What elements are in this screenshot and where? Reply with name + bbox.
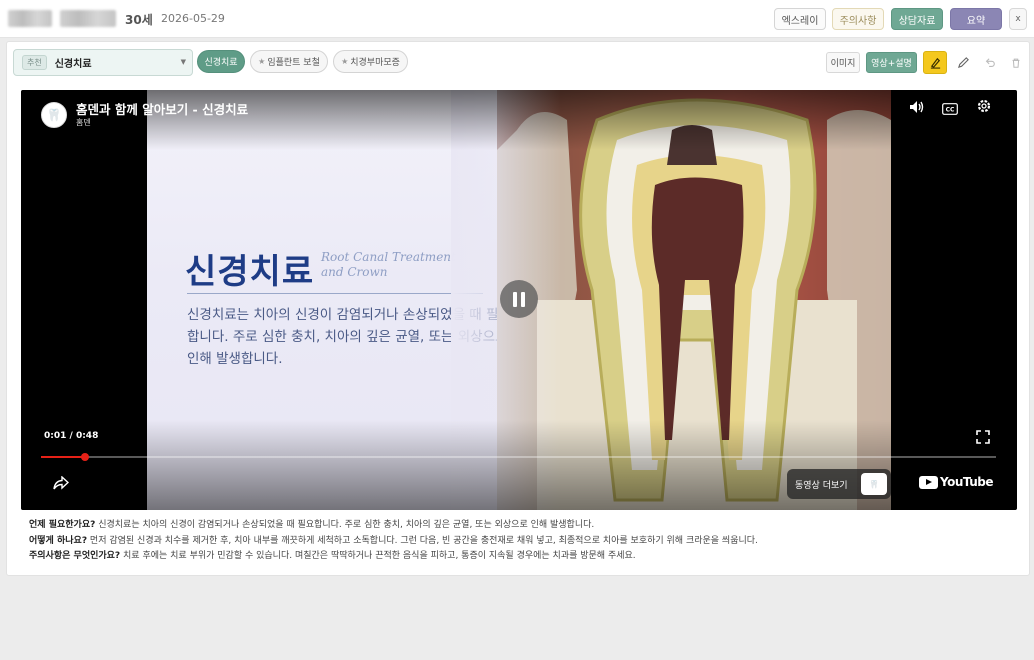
channel-thumbnail-icon: 🦷 bbox=[861, 473, 887, 495]
progress-bar[interactable] bbox=[41, 453, 996, 461]
captions-icon[interactable]: CC bbox=[942, 100, 958, 119]
recommended-badge: 추천 bbox=[22, 55, 47, 70]
settings-gear-icon[interactable] bbox=[976, 98, 992, 118]
trash-icon bbox=[1012, 58, 1020, 68]
treatment-description: 언제 필요한가요? 신경치료는 치아의 신경이 감염되거나 손상되었을 때 필요… bbox=[29, 518, 1019, 565]
highlighter-button[interactable] bbox=[923, 51, 947, 74]
chevron-down-icon: ▼ bbox=[180, 58, 186, 66]
caution-button[interactable]: 주의사항 bbox=[832, 8, 884, 30]
youtube-play-icon bbox=[919, 475, 938, 489]
treatment-select-value: 신경치료 bbox=[54, 59, 92, 70]
delete-button[interactable] bbox=[1004, 51, 1028, 74]
star-icon: ★ bbox=[258, 57, 266, 66]
progress-bar-handle[interactable] bbox=[80, 453, 89, 461]
visit-date: 2026-05-29 bbox=[161, 12, 225, 25]
image-mode-button[interactable]: 이미지 bbox=[826, 52, 860, 73]
desc-how-answer: 먼저 감염된 신경과 치수를 제거한 후, 치아 내부를 깨끗하게 세척하고 소… bbox=[89, 535, 758, 546]
more-videos-button[interactable]: 동영상 더보기 🦷 bbox=[787, 469, 891, 499]
undo-icon bbox=[985, 57, 995, 67]
pause-icon-bar-right bbox=[521, 291, 525, 307]
pen-button[interactable] bbox=[951, 51, 975, 74]
chip-cervical-label: 치경부마모증 bbox=[350, 58, 400, 68]
highlighter-icon bbox=[930, 57, 940, 69]
consult-material-button[interactable]: 상담자료 bbox=[891, 8, 943, 30]
chip-cervical-abrasion[interactable]: ★ 치경부마모증 bbox=[333, 50, 408, 73]
desc-when: 언제 필요한가요? 신경치료는 치아의 신경이 감염되거나 손상되었을 때 필요… bbox=[29, 518, 1019, 534]
desc-when-question: 언제 필요한가요? bbox=[29, 520, 96, 530]
volume-icon[interactable] bbox=[909, 99, 925, 118]
patient-name-blurred bbox=[8, 10, 52, 27]
video-title[interactable]: 홈덴과 함께 알아보기 - 신경치료 bbox=[76, 99, 248, 118]
fullscreen-icon[interactable] bbox=[976, 429, 990, 448]
xray-button[interactable]: 엑스레이 bbox=[774, 8, 826, 30]
desc-caution: 주의사항은 무엇인가요? 치료 후에는 치료 부위가 민감할 수 있습니다. 며… bbox=[29, 549, 1019, 565]
treatment-select[interactable]: 추천 신경치료 ▼ bbox=[13, 49, 193, 76]
desc-caution-question: 주의사항은 무엇인가요? bbox=[29, 551, 121, 561]
more-videos-label: 동영상 더보기 bbox=[795, 480, 848, 491]
desc-when-answer: 신경치료는 치아의 신경이 감염되거나 손상되었을 때 필요합니다. 주로 심한… bbox=[98, 520, 595, 530]
desc-how: 어떻게 하나요? 먼저 감염된 신경과 치수를 제거한 후, 치아 내부를 깨끗… bbox=[29, 534, 1019, 550]
chip-implant-label: 임플란트 보철 bbox=[267, 58, 320, 68]
treatment-toolbar: 추천 신경치료 ▼ 신경치료 ★ 임플란트 보철 ★ 치경부마모증 이미지 영상+설… bbox=[7, 42, 1029, 82]
undo-button[interactable] bbox=[978, 51, 1002, 74]
pause-icon-bar-left bbox=[513, 291, 517, 307]
close-button[interactable]: x bbox=[1009, 8, 1027, 30]
pencil-icon bbox=[957, 57, 969, 69]
consult-panel: 추천 신경치료 ▼ 신경치료 ★ 임플란트 보철 ★ 치경부마모증 이미지 영상+설… bbox=[6, 41, 1030, 576]
chip-root-canal[interactable]: 신경치료 bbox=[197, 50, 245, 73]
pause-button[interactable] bbox=[500, 280, 538, 318]
svg-text:CC: CC bbox=[946, 107, 955, 114]
video-channel[interactable]: 홈덴 bbox=[76, 117, 91, 128]
video-mode-button[interactable]: 영상+설명 bbox=[866, 52, 917, 73]
share-icon[interactable] bbox=[53, 475, 70, 494]
summary-button[interactable]: 요약 bbox=[950, 8, 1002, 30]
youtube-logo[interactable]: YouTube bbox=[919, 475, 994, 489]
youtube-wordmark: YouTube bbox=[940, 475, 994, 489]
top-header: 30세 2026-05-29 엑스레이 주의사항 상담자료 요약 x bbox=[0, 0, 1034, 38]
channel-logo-icon[interactable]: 🦷 bbox=[41, 102, 67, 128]
star-icon: ★ bbox=[341, 57, 349, 66]
desc-caution-answer: 치료 후에는 치료 부위가 민감할 수 있습니다. 며칠간은 딱딱하거나 끈적한… bbox=[123, 551, 636, 561]
patient-id-blurred bbox=[60, 10, 116, 27]
video-player[interactable]: 신경치료 Root Canal Treatment and Crown 신경치료… bbox=[21, 90, 1017, 510]
patient-age: 30세 bbox=[125, 13, 153, 27]
slide-divider bbox=[187, 293, 483, 294]
slide-title: 신경치료 bbox=[185, 252, 315, 292]
progress-bar-fill bbox=[41, 456, 85, 458]
video-time: 0:01 / 0:48 bbox=[44, 431, 99, 441]
chip-implant[interactable]: ★ 임플란트 보철 bbox=[250, 50, 328, 73]
desc-how-question: 어떻게 하나요? bbox=[29, 535, 88, 546]
